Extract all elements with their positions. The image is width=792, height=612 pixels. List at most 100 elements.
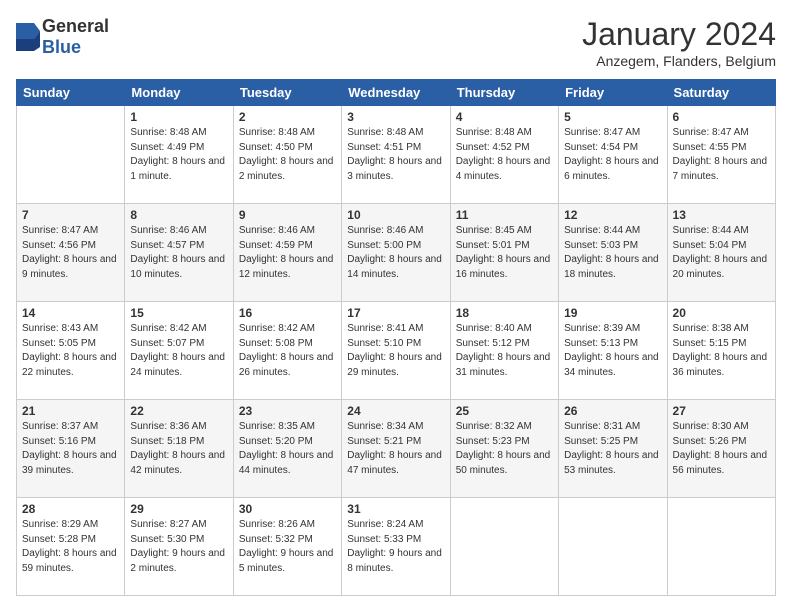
day-cell: 25 Sunrise: 8:32 AM Sunset: 5:23 PM Dayli…	[450, 400, 558, 498]
day-cell: 15Sunrise: 8:42 AM Sunset: 5:07 PM Dayli…	[125, 302, 233, 400]
logo: General Blue	[16, 16, 109, 58]
cell-info: Sunrise: 8:29 AM Sunset: 5:28 PM Dayligh…	[22, 518, 119, 576]
day-cell	[450, 498, 558, 596]
calendar: Sunday Monday Tuesday Wednesday Thursday…	[16, 79, 776, 596]
day-cell: 13 Sunrise: 8:44 AM Sunset: 5:04 PM Dayli…	[667, 204, 775, 302]
week-row-1: 1 Sunrise: 8:48 AM Sunset: 4:49 PM Daylig…	[17, 106, 776, 204]
col-sunday: Sunday	[17, 80, 125, 106]
cell-date: 10	[347, 208, 444, 222]
cell-date: 28	[22, 502, 119, 516]
day-cell: 19Sunrise: 8:39 AM Sunset: 5:13 PM Dayli…	[559, 302, 667, 400]
cell-date: 29	[130, 502, 227, 516]
cell-info: Sunrise: 8:40 AM Sunset: 5:12 PM Dayligh…	[456, 322, 553, 380]
cell-date: 31	[347, 502, 444, 516]
cell-info: Sunrise: 8:24 AM Sunset: 5:33 PM Dayligh…	[347, 518, 444, 576]
col-saturday: Saturday	[667, 80, 775, 106]
day-cell: 10Sunrise: 8:46 AM Sunset: 5:00 PM Dayli…	[342, 204, 450, 302]
day-cell: 11 Sunrise: 8:45 AM Sunset: 5:01 PM Dayli…	[450, 204, 558, 302]
cell-info: Sunrise: 8:47 AM Sunset: 4:56 PM Dayligh…	[22, 224, 119, 282]
day-cell: 29 Sunrise: 8:27 AM Sunset: 5:30 PM Dayli…	[125, 498, 233, 596]
day-cell	[559, 498, 667, 596]
day-cell: 27 Sunrise: 8:30 AM Sunset: 5:26 PM Dayli…	[667, 400, 775, 498]
col-monday: Monday	[125, 80, 233, 106]
cell-date: 5	[564, 110, 661, 124]
cell-info: Sunrise: 8:45 AM Sunset: 5:01 PM Dayligh…	[456, 224, 553, 282]
cell-info: Sunrise: 8:35 AM Sunset: 5:20 PM Dayligh…	[239, 420, 336, 478]
day-cell: 23 Sunrise: 8:35 AM Sunset: 5:20 PM Dayli…	[233, 400, 341, 498]
day-cell: 1 Sunrise: 8:48 AM Sunset: 4:49 PM Daylig…	[125, 106, 233, 204]
cell-info: Sunrise: 8:44 AM Sunset: 5:04 PM Dayligh…	[673, 224, 770, 282]
cell-info: Sunrise: 8:47 AM Sunset: 4:55 PM Dayligh…	[673, 126, 770, 184]
cell-date: 8	[130, 208, 227, 222]
cell-info: Sunrise: 8:36 AM Sunset: 5:18 PM Dayligh…	[130, 420, 227, 478]
cell-date: 11	[456, 208, 553, 222]
day-cell: 4Sunrise: 8:48 AM Sunset: 4:52 PM Daylig…	[450, 106, 558, 204]
cell-info: Sunrise: 8:48 AM Sunset: 4:49 PM Dayligh…	[130, 126, 227, 184]
cell-date: 30	[239, 502, 336, 516]
cell-info: Sunrise: 8:39 AM Sunset: 5:13 PM Dayligh…	[564, 322, 661, 380]
cell-date: 24	[347, 404, 444, 418]
day-cell: 9 Sunrise: 8:46 AM Sunset: 4:59 PM Daylig…	[233, 204, 341, 302]
cell-date: 13	[673, 208, 770, 222]
day-cell: 20Sunrise: 8:38 AM Sunset: 5:15 PM Dayli…	[667, 302, 775, 400]
header: General Blue January 2024 Anzegem, Fland…	[16, 16, 776, 69]
cell-info: Sunrise: 8:48 AM Sunset: 4:50 PM Dayligh…	[239, 126, 336, 184]
cell-info: Sunrise: 8:41 AM Sunset: 5:10 PM Dayligh…	[347, 322, 444, 380]
cell-info: Sunrise: 8:48 AM Sunset: 4:51 PM Dayligh…	[347, 126, 444, 184]
day-cell: 17Sunrise: 8:41 AM Sunset: 5:10 PM Dayli…	[342, 302, 450, 400]
day-cell: 2Sunrise: 8:48 AM Sunset: 4:50 PM Daylig…	[233, 106, 341, 204]
cell-info: Sunrise: 8:30 AM Sunset: 5:26 PM Dayligh…	[673, 420, 770, 478]
cell-date: 23	[239, 404, 336, 418]
day-cell	[17, 106, 125, 204]
day-cell: 8Sunrise: 8:46 AM Sunset: 4:57 PM Daylig…	[125, 204, 233, 302]
col-tuesday: Tuesday	[233, 80, 341, 106]
logo-text: General Blue	[42, 16, 109, 58]
cell-info: Sunrise: 8:44 AM Sunset: 5:03 PM Dayligh…	[564, 224, 661, 282]
cell-date: 25	[456, 404, 553, 418]
cell-date: 9	[239, 208, 336, 222]
day-cell: 14Sunrise: 8:43 AM Sunset: 5:05 PM Dayli…	[17, 302, 125, 400]
cell-info: Sunrise: 8:32 AM Sunset: 5:23 PM Dayligh…	[456, 420, 553, 478]
day-cell: 6 Sunrise: 8:47 AM Sunset: 4:55 PM Daylig…	[667, 106, 775, 204]
logo-blue: Blue	[42, 37, 109, 58]
day-cell: 21 Sunrise: 8:37 AM Sunset: 5:16 PM Dayli…	[17, 400, 125, 498]
location: Anzegem, Flanders, Belgium	[582, 53, 776, 69]
cell-info: Sunrise: 8:37 AM Sunset: 5:16 PM Dayligh…	[22, 420, 119, 478]
cell-info: Sunrise: 8:43 AM Sunset: 5:05 PM Dayligh…	[22, 322, 119, 380]
weekday-header-row: Sunday Monday Tuesday Wednesday Thursday…	[17, 80, 776, 106]
week-row-2: 7 Sunrise: 8:47 AM Sunset: 4:56 PM Daylig…	[17, 204, 776, 302]
cell-info: Sunrise: 8:31 AM Sunset: 5:25 PM Dayligh…	[564, 420, 661, 478]
cell-date: 26	[564, 404, 661, 418]
cell-date: 16	[239, 306, 336, 320]
day-cell: 12Sunrise: 8:44 AM Sunset: 5:03 PM Dayli…	[559, 204, 667, 302]
cell-info: Sunrise: 8:48 AM Sunset: 4:52 PM Dayligh…	[456, 126, 553, 184]
logo-icon	[16, 23, 40, 51]
title-block: January 2024 Anzegem, Flanders, Belgium	[582, 16, 776, 69]
day-cell: 7 Sunrise: 8:47 AM Sunset: 4:56 PM Daylig…	[17, 204, 125, 302]
day-cell: 24Sunrise: 8:34 AM Sunset: 5:21 PM Dayli…	[342, 400, 450, 498]
day-cell: 26 Sunrise: 8:31 AM Sunset: 5:25 PM Dayli…	[559, 400, 667, 498]
cell-date: 22	[130, 404, 227, 418]
cell-info: Sunrise: 8:42 AM Sunset: 5:08 PM Dayligh…	[239, 322, 336, 380]
day-cell: 5Sunrise: 8:47 AM Sunset: 4:54 PM Daylig…	[559, 106, 667, 204]
day-cell: 31 Sunrise: 8:24 AM Sunset: 5:33 PM Dayli…	[342, 498, 450, 596]
cell-date: 6	[673, 110, 770, 124]
cell-date: 7	[22, 208, 119, 222]
day-cell: 30 Sunrise: 8:26 AM Sunset: 5:32 PM Dayli…	[233, 498, 341, 596]
day-cell	[667, 498, 775, 596]
cell-date: 27	[673, 404, 770, 418]
logo-general: General	[42, 16, 109, 37]
cell-date: 20	[673, 306, 770, 320]
week-row-5: 28 Sunrise: 8:29 AM Sunset: 5:28 PM Dayli…	[17, 498, 776, 596]
cell-info: Sunrise: 8:26 AM Sunset: 5:32 PM Dayligh…	[239, 518, 336, 576]
day-cell: 16 Sunrise: 8:42 AM Sunset: 5:08 PM Dayli…	[233, 302, 341, 400]
col-thursday: Thursday	[450, 80, 558, 106]
cell-date: 21	[22, 404, 119, 418]
month-title: January 2024	[582, 16, 776, 53]
day-cell: 18Sunrise: 8:40 AM Sunset: 5:12 PM Dayli…	[450, 302, 558, 400]
cell-date: 1	[130, 110, 227, 124]
col-friday: Friday	[559, 80, 667, 106]
cell-info: Sunrise: 8:27 AM Sunset: 5:30 PM Dayligh…	[130, 518, 227, 576]
cell-date: 3	[347, 110, 444, 124]
cell-info: Sunrise: 8:46 AM Sunset: 4:59 PM Dayligh…	[239, 224, 336, 282]
